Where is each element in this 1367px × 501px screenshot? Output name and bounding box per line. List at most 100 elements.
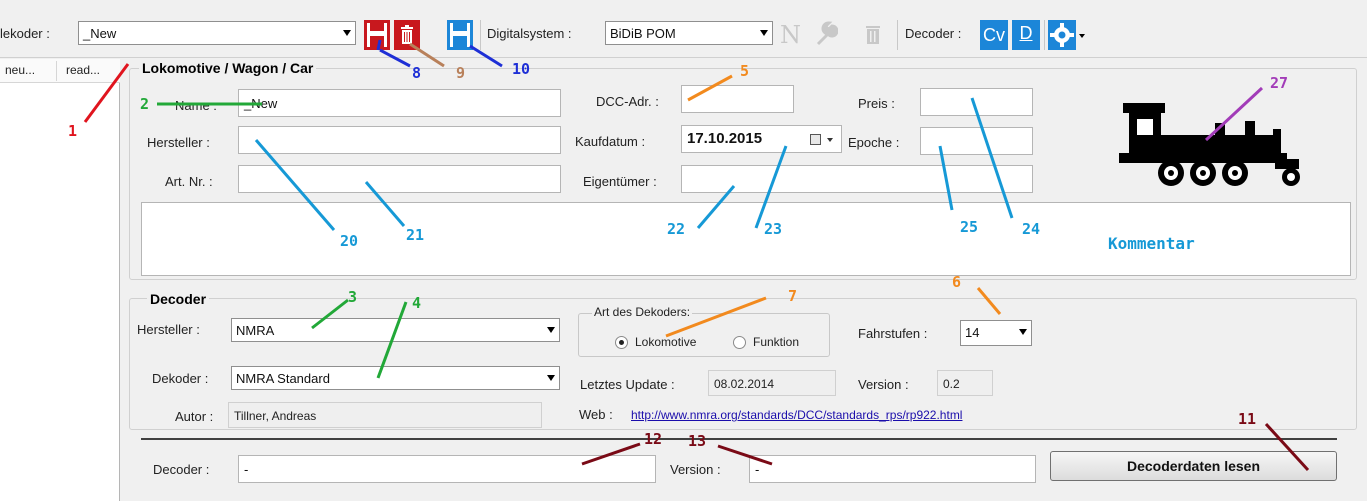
delete-button[interactable]: [394, 20, 420, 50]
update-field: 08.02.2014: [708, 370, 836, 396]
dec-hersteller-select[interactable]: NMRA: [231, 318, 560, 342]
bottom-version-value: -: [755, 462, 760, 477]
bottom-version-label: Version :: [670, 462, 721, 477]
toolbar-separator: [897, 20, 898, 50]
annotation-7: 7: [788, 287, 798, 305]
annotation-10: 10: [512, 60, 531, 78]
hersteller-field[interactable]: [238, 126, 561, 154]
annotation-20: 20: [340, 232, 359, 250]
trash-button[interactable]: [860, 20, 886, 50]
dcc-field[interactable]: [681, 85, 794, 113]
art-group-title: Art des Dekoders:: [592, 305, 693, 319]
side-header: neu... read...: [0, 59, 120, 83]
annotation-24: 24: [1022, 220, 1041, 238]
bottom-version-field[interactable]: -: [749, 455, 1036, 483]
annotation-11: 11: [1238, 410, 1257, 428]
autor-label: Autor :: [175, 409, 214, 424]
bottom-decoder-label: Decoder :: [153, 462, 210, 477]
name-field-value: _New: [244, 96, 278, 111]
annotation-2: 2: [140, 95, 150, 113]
dec-dekoder-select[interactable]: NMRA Standard: [231, 366, 560, 390]
read-decoder-button-label: Decoderdaten lesen: [1126, 458, 1261, 474]
radio-funktion[interactable]: [733, 336, 746, 349]
column-header-neu[interactable]: neu...: [5, 63, 35, 77]
hersteller-label: Hersteller :: [147, 135, 210, 150]
artnr-field[interactable]: [238, 165, 561, 193]
cv-button[interactable]: Cv: [980, 20, 1008, 50]
kaufdatum-label: Kaufdatum :: [575, 134, 646, 149]
loco-group-title: Lokomotive / Wagon / Car: [139, 60, 317, 76]
trash-icon: [866, 26, 880, 44]
autor-field: Tillner, Andreas: [228, 402, 542, 428]
version-field: 0.2: [937, 370, 993, 396]
preis-label: Preis :: [858, 96, 895, 111]
dec-hersteller-value: NMRA: [236, 323, 275, 338]
annotation-23: 23: [764, 220, 783, 238]
annotation-21: 21: [406, 226, 425, 244]
radio-lokomotive-label[interactable]: Lokomotive: [635, 335, 696, 349]
dec-dekoder-label: Dekoder :: [152, 371, 209, 386]
artnr-label: Art. Nr. :: [165, 174, 213, 189]
annotation-6: 6: [952, 273, 962, 291]
chevron-down-icon[interactable]: [827, 138, 833, 142]
epoche-label: Epoche :: [848, 135, 900, 150]
annotation-9: 9: [456, 64, 466, 82]
radio-lokomotive[interactable]: [615, 336, 628, 349]
save-blue-icon: [450, 23, 470, 47]
decoder-label: lekoder :: [0, 26, 50, 41]
digitalsystem-select[interactable]: BiDiB POM: [605, 21, 773, 45]
annotation-22: 22: [667, 220, 686, 238]
save-red-button[interactable]: [364, 20, 390, 50]
version-value: 0.2: [943, 377, 960, 391]
save-red-icon: [367, 23, 387, 47]
cv-icon: Cv: [983, 25, 1005, 45]
toolbar-separator: [480, 20, 481, 50]
epoche-field[interactable]: [920, 127, 1033, 155]
fahrstufen-select[interactable]: 14: [960, 320, 1032, 346]
d-arrow-icon: D: [1019, 23, 1033, 43]
update-value: 08.02.2014: [714, 377, 775, 391]
chevron-down-icon: [760, 30, 768, 36]
chevron-down-icon: [547, 327, 555, 333]
chevron-down-icon[interactable]: [1079, 34, 1085, 38]
read-decoder-button[interactable]: Decoderdaten lesen: [1050, 451, 1337, 481]
column-divider: [56, 61, 57, 81]
wrench-button[interactable]: [812, 20, 839, 50]
toolbar: lekoder : _New Digitalsystem : BiDiB POM…: [0, 0, 1367, 58]
fahrstufen-label: Fahrstufen :: [858, 326, 928, 341]
decoder-arrow-button[interactable]: D: [1012, 20, 1040, 50]
annotation-12: 12: [644, 430, 663, 448]
digitalsystem-label: Digitalsystem :: [487, 26, 572, 41]
chevron-down-icon: [343, 30, 351, 36]
new-icon: N: [780, 21, 801, 49]
gear-icon: [1050, 23, 1074, 47]
annotation-27: 27: [1270, 74, 1289, 92]
decoder2-label: Decoder :: [905, 26, 962, 41]
kaufdatum-picker[interactable]: 17.10.2015: [681, 125, 842, 153]
decoder-select-value: _New: [83, 26, 117, 41]
column-header-read[interactable]: read...: [66, 63, 100, 77]
eigentuemer-field[interactable]: [681, 165, 1033, 193]
name-field[interactable]: _New: [238, 89, 561, 117]
delete-icon: [401, 25, 413, 44]
chevron-down-icon: [1019, 329, 1027, 335]
web-label: Web :: [579, 407, 613, 422]
fahrstufen-value: 14: [965, 325, 980, 340]
annotation-5: 5: [740, 62, 750, 80]
annotation-3: 3: [348, 288, 358, 306]
bottom-decoder-field[interactable]: -: [238, 455, 656, 483]
update-label: Letztes Update :: [580, 377, 675, 392]
decoder-select[interactable]: _New: [78, 21, 356, 45]
calendar-icon[interactable]: [810, 134, 821, 145]
web-link[interactable]: http://www.nmra.org/standards/DCC/standa…: [631, 408, 962, 422]
decoder-group-title: Decoder: [147, 291, 210, 307]
new-button[interactable]: N: [780, 20, 806, 50]
settings-button[interactable]: [1048, 20, 1076, 50]
preis-field[interactable]: [920, 88, 1033, 116]
digitalsystem-select-value: BiDiB POM: [610, 26, 676, 41]
locomotive-icon: [1119, 103, 1300, 186]
save-blue-button[interactable]: [447, 20, 473, 50]
annotation-kommentar: Kommentar: [1108, 234, 1195, 253]
autor-value: Tillner, Andreas: [234, 409, 317, 423]
radio-funktion-label[interactable]: Funktion: [753, 335, 799, 349]
